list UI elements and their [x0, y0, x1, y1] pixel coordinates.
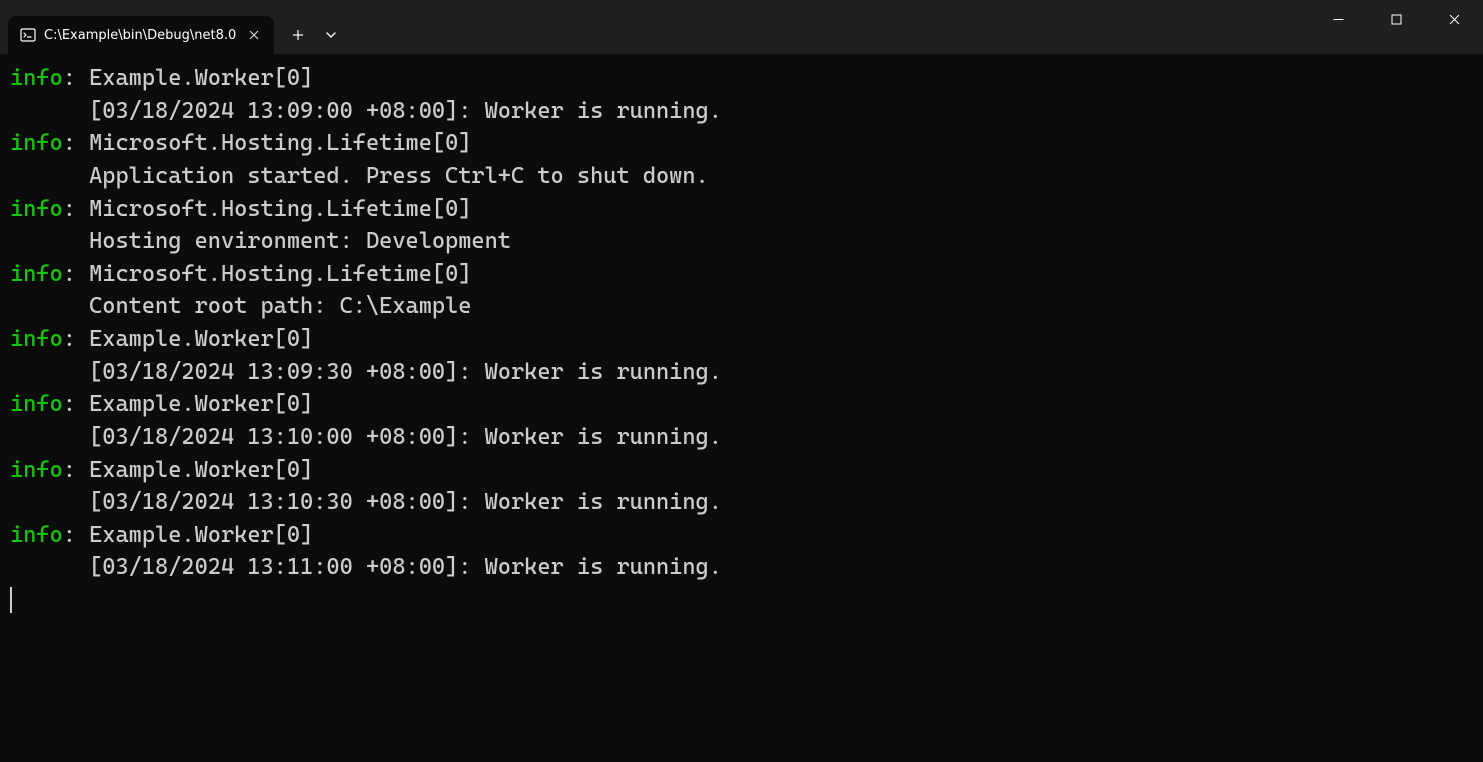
log-line: info: Microsoft.Hosting.Lifetime[0] [10, 258, 1473, 291]
minimize-button[interactable] [1309, 0, 1367, 38]
log-level: info [10, 261, 63, 287]
log-category: Microsoft.Hosting.Lifetime[0] [89, 130, 471, 156]
log-category: Microsoft.Hosting.Lifetime[0] [89, 261, 471, 287]
log-level: info [10, 65, 63, 91]
log-category: Microsoft.Hosting.Lifetime[0] [89, 196, 471, 222]
log-category: Example.Worker[0] [89, 326, 313, 352]
log-line: info: Example.Worker[0] [10, 388, 1473, 421]
log-level: info [10, 457, 63, 483]
log-message: [03/18/2024 13:11:00 +08:00]: Worker is … [10, 551, 1473, 584]
log-separator: : [63, 130, 89, 156]
tab-dropdown-button[interactable] [316, 17, 346, 53]
log-message: Application started. Press Ctrl+C to shu… [10, 160, 1473, 193]
terminal-icon [20, 27, 36, 43]
tab-close-button[interactable] [244, 25, 264, 45]
log-line: info: Example.Worker[0] [10, 454, 1473, 487]
log-category: Example.Worker[0] [89, 65, 313, 91]
log-message: [03/18/2024 13:09:00 +08:00]: Worker is … [10, 95, 1473, 128]
window-controls [1309, 0, 1483, 40]
log-line: info: Microsoft.Hosting.Lifetime[0] [10, 193, 1473, 226]
log-level: info [10, 196, 63, 222]
tabs-region: C:\Example\bin\Debug\net8.0 [8, 8, 346, 54]
tab-active[interactable]: C:\Example\bin\Debug\net8.0 [8, 16, 274, 54]
log-level: info [10, 130, 63, 156]
log-separator: : [63, 65, 89, 91]
log-message: [03/18/2024 13:10:30 +08:00]: Worker is … [10, 486, 1473, 519]
log-message: Content root path: C:\Example [10, 290, 1473, 323]
log-separator: : [63, 391, 89, 417]
close-button[interactable] [1425, 0, 1483, 38]
titlebar: C:\Example\bin\Debug\net8.0 [0, 0, 1483, 54]
log-message: Hosting environment: Development [10, 225, 1473, 258]
tab-title: C:\Example\bin\Debug\net8.0 [44, 28, 236, 43]
log-separator: : [63, 457, 89, 483]
log-separator: : [63, 522, 89, 548]
log-line: info: Example.Worker[0] [10, 323, 1473, 356]
log-category: Example.Worker[0] [89, 522, 313, 548]
log-level: info [10, 326, 63, 352]
log-line: info: Example.Worker[0] [10, 62, 1473, 95]
terminal-cursor [10, 587, 12, 613]
terminal-output[interactable]: info: Example.Worker[0] [03/18/2024 13:0… [0, 54, 1483, 762]
log-message: [03/18/2024 13:09:30 +08:00]: Worker is … [10, 356, 1473, 389]
log-separator: : [63, 261, 89, 287]
log-category: Example.Worker[0] [89, 391, 313, 417]
log-category: Example.Worker[0] [89, 457, 313, 483]
log-message: [03/18/2024 13:10:00 +08:00]: Worker is … [10, 421, 1473, 454]
maximize-button[interactable] [1367, 0, 1425, 38]
new-tab-button[interactable] [280, 17, 316, 53]
log-level: info [10, 522, 63, 548]
log-line: info: Microsoft.Hosting.Lifetime[0] [10, 127, 1473, 160]
log-level: info [10, 391, 63, 417]
log-line: info: Example.Worker[0] [10, 519, 1473, 552]
log-separator: : [63, 196, 89, 222]
log-separator: : [63, 326, 89, 352]
